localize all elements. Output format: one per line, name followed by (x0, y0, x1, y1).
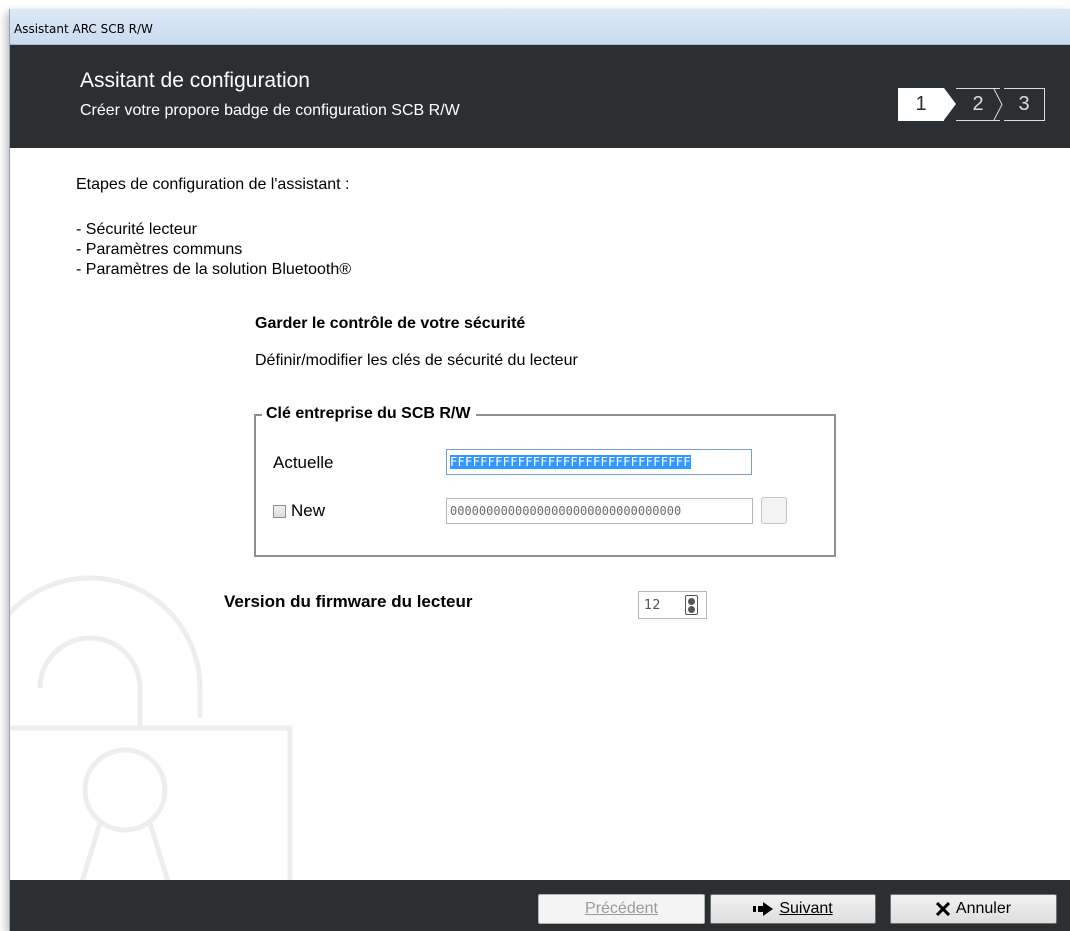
generate-key-button[interactable] (761, 497, 787, 524)
section-title: Garder le contrôle de votre sécurité (255, 315, 526, 332)
new-key-value: 00000000000000000000000000000000 (450, 504, 682, 518)
current-key-value: FFFFFFFFFFFFFFFFFFFFFFFFFFFFFFFF (450, 455, 691, 469)
new-key-label: New (291, 501, 326, 520)
enterprise-key-group: Clé entreprise du SCB R/W Actuelle FFFFF… (254, 405, 836, 557)
current-key-input[interactable]: FFFFFFFFFFFFFFFFFFFFFFFFFFFFFFFF (446, 449, 752, 475)
section-description: Définir/modifier les clés de sécurité du… (255, 352, 578, 369)
spinner-arrows-icon[interactable] (685, 595, 698, 615)
lock-watermark-icon (10, 575, 293, 888)
group-legend: Clé entreprise du SCB R/W (262, 405, 477, 423)
spinner-up-icon[interactable] (688, 598, 695, 605)
close-icon (935, 902, 950, 916)
new-key-input[interactable]: 00000000000000000000000000000000 (446, 498, 753, 524)
step-indicator: 1 2 3 (898, 88, 1045, 121)
wizard-window: Assistant ARC SCB R/W Assitant de config… (9, 9, 1070, 931)
wizard-footer: Précédent Suivant Annuler (10, 880, 1070, 931)
firmware-label: Version du firmware du lecteur (224, 592, 473, 611)
firmware-version-value: 12 (644, 598, 661, 613)
list-item: - Paramètres de la solution Bluetooth® (76, 261, 352, 278)
steps-list: - Sécurité lecteur - Paramètres communs … (76, 220, 351, 280)
step-1: 1 (898, 88, 956, 121)
wizard-header: Assitant de configuration Créer votre pr… (10, 45, 1070, 148)
cancel-button-label: Annuler (955, 900, 1012, 917)
previous-button[interactable]: Précédent (538, 894, 705, 924)
next-button-label: Suivant (779, 900, 833, 917)
firmware-version-spinner[interactable]: 12 (638, 591, 707, 619)
next-button[interactable]: Suivant (710, 894, 876, 924)
arrow-right-icon (753, 902, 774, 916)
cancel-button[interactable]: Annuler (890, 894, 1057, 924)
wizard-subtitle: Créer votre propore badge de configurati… (80, 102, 460, 119)
previous-button-label: Précédent (585, 900, 658, 917)
list-item: - Paramètres communs (76, 241, 243, 258)
current-key-label: Actuelle (273, 453, 334, 472)
title-bar[interactable]: Assistant ARC SCB R/W (10, 9, 1070, 45)
list-item: - Sécurité lecteur (76, 221, 197, 238)
new-key-checkbox[interactable]: New (273, 501, 325, 521)
step-3: 3 (1004, 88, 1045, 121)
window-title: Assistant ARC SCB R/W (14, 22, 153, 36)
checkbox-icon[interactable] (273, 504, 286, 518)
spinner-down-icon[interactable] (688, 606, 695, 613)
step-2: 2 (956, 88, 1003, 121)
wizard-content: Etapes de configuration de l'assistant :… (10, 148, 1070, 888)
intro-text: Etapes de configuration de l'assistant : (76, 176, 350, 193)
wizard-title: Assitant de configuration (80, 69, 310, 92)
